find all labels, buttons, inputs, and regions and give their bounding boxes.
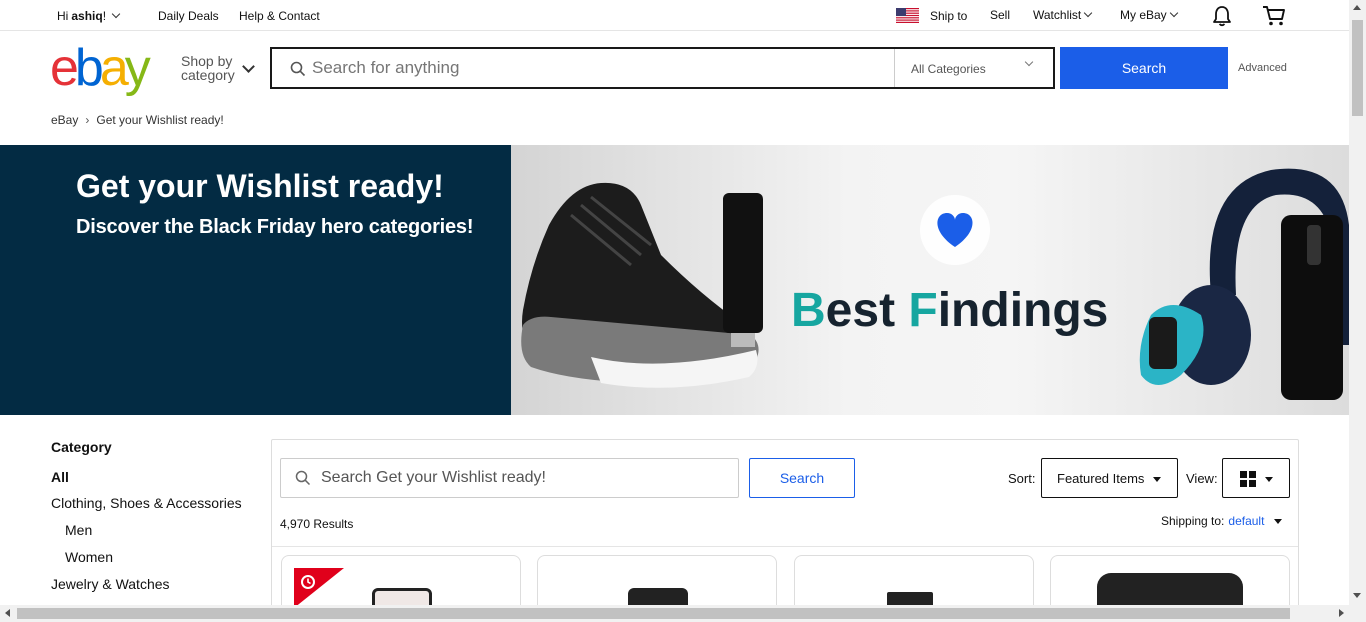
- sneaker-image: [521, 182, 759, 388]
- findings-rest: indings: [937, 284, 1109, 337]
- hero-title: Get your Wishlist ready!: [76, 168, 444, 204]
- horizontal-scrollbar[interactable]: [0, 605, 1366, 622]
- chevron-down-icon: [1169, 8, 1178, 18]
- smartphone-image: [1281, 215, 1343, 400]
- category-select-value: All Categories: [911, 62, 986, 76]
- category-item-all[interactable]: All: [51, 469, 69, 485]
- scroll-right-icon[interactable]: [1339, 609, 1344, 617]
- chevron-down-icon: [1083, 8, 1093, 18]
- sort-value: Featured Items: [1057, 471, 1145, 486]
- hero-products-illustration: [521, 168, 1349, 400]
- logo-letter-y: y: [124, 39, 151, 97]
- shipping-value-link[interactable]: default: [1228, 514, 1264, 528]
- greeting-prefix: Hi: [57, 9, 69, 23]
- caret-down-icon: [1153, 477, 1161, 482]
- us-flag-icon[interactable]: [896, 8, 919, 23]
- deal-badge: [294, 568, 344, 608]
- help-contact-link[interactable]: Help & Contact: [239, 9, 320, 23]
- caret-down-icon: [1265, 477, 1273, 482]
- view-label: View:: [1186, 471, 1218, 486]
- scroll-left-icon[interactable]: [5, 609, 10, 617]
- page: Hi ashiq! Daily Deals Help & Contact Shi…: [0, 0, 1366, 622]
- best-initial: B: [791, 284, 826, 337]
- category-item-clothing[interactable]: Clothing, Shoes & Accessories: [51, 495, 242, 511]
- vertical-scroll-thumb[interactable]: [1352, 20, 1363, 116]
- shop-by-label: Shop by: [181, 53, 233, 69]
- scroll-down-icon[interactable]: [1353, 593, 1361, 598]
- best-rest: est: [825, 284, 909, 337]
- logo-letter-a: a: [99, 39, 129, 97]
- greeting-menu[interactable]: Hi ashiq!: [57, 9, 121, 23]
- category-item-women[interactable]: Women: [65, 549, 113, 565]
- category-item-men[interactable]: Men: [65, 522, 92, 538]
- main-search-input[interactable]: [272, 49, 892, 87]
- search-icon: [295, 470, 311, 486]
- top-utility-bar: Hi ashiq! Daily Deals Help & Contact Shi…: [0, 0, 1349, 31]
- main-search-bar: All Categories: [270, 47, 1055, 89]
- category-select[interactable]: All Categories: [894, 49, 1054, 87]
- findings-initial: F: [908, 284, 938, 337]
- view-toggle-dropdown[interactable]: [1222, 458, 1290, 498]
- watchlist-label: Watchlist: [1033, 8, 1082, 22]
- category-heading: Category: [51, 439, 112, 455]
- category-item-jewelry[interactable]: Jewelry & Watches: [51, 576, 170, 592]
- wishlist-search-field: [280, 458, 739, 498]
- chevron-down-icon: [111, 9, 121, 19]
- watchlist-menu[interactable]: Watchlist: [1033, 8, 1093, 22]
- breadcrumb-home[interactable]: eBay: [51, 113, 78, 127]
- breadcrumb-separator: ›: [85, 113, 90, 127]
- heart-icon: [920, 195, 990, 265]
- sort-dropdown[interactable]: Featured Items: [1041, 458, 1178, 498]
- divider: [272, 546, 1298, 547]
- my-ebay-menu[interactable]: My eBay: [1120, 8, 1179, 22]
- user-name: ashiq: [71, 9, 103, 23]
- ship-to-link[interactable]: Ship to: [930, 9, 967, 23]
- breadcrumb: eBay › Get your Wishlist ready!: [51, 113, 224, 127]
- hero-subtitle: Discover the Black Friday hero categorie…: [76, 216, 474, 238]
- clock-icon: [301, 575, 315, 589]
- hero-banner-image[interactable]: Best Findings: [511, 145, 1349, 415]
- shipping-label: Shipping to:: [1161, 514, 1225, 528]
- cosmetic-tube-image: [723, 193, 763, 347]
- category-label: category: [181, 67, 235, 83]
- grid-view-icon: [1240, 471, 1256, 487]
- daily-deals-link[interactable]: Daily Deals: [158, 9, 219, 23]
- shipping-to-selector[interactable]: Shipping to: default: [1161, 514, 1283, 528]
- wishlist-search-input[interactable]: [281, 459, 738, 497]
- breadcrumb-current: Get your Wishlist ready!: [96, 113, 224, 127]
- scroll-up-icon[interactable]: [1353, 5, 1361, 10]
- ebay-logo[interactable]: ebay: [50, 39, 151, 97]
- logo-letter-e: e: [50, 39, 79, 97]
- sell-link[interactable]: Sell: [990, 8, 1010, 22]
- results-count: 4,970 Results: [280, 517, 354, 531]
- search-icon: [290, 61, 306, 77]
- my-ebay-label: My eBay: [1120, 8, 1167, 22]
- logo-letter-b: b: [74, 39, 104, 97]
- cart-icon[interactable]: [1262, 5, 1286, 27]
- wishlist-search-button[interactable]: Search: [749, 458, 855, 498]
- main-search-button[interactable]: Search: [1060, 47, 1228, 89]
- advanced-search-link[interactable]: Advanced: [1238, 62, 1287, 74]
- bell-icon[interactable]: [1212, 5, 1232, 27]
- best-findings-text: Best Findings: [791, 283, 1108, 338]
- hero-text-panel[interactable]: Get your Wishlist ready! Discover the Bl…: [0, 145, 511, 415]
- greeting-suffix: !: [102, 9, 107, 23]
- chevron-down-icon: [1024, 57, 1034, 67]
- sort-label: Sort:: [1008, 471, 1036, 486]
- horizontal-scroll-thumb[interactable]: [17, 608, 1290, 619]
- vertical-scrollbar[interactable]: [1349, 0, 1366, 605]
- caret-down-icon: [1274, 518, 1283, 524]
- chevron-down-icon[interactable]: [242, 60, 255, 73]
- shop-by-category-button[interactable]: Shop by category: [181, 54, 235, 82]
